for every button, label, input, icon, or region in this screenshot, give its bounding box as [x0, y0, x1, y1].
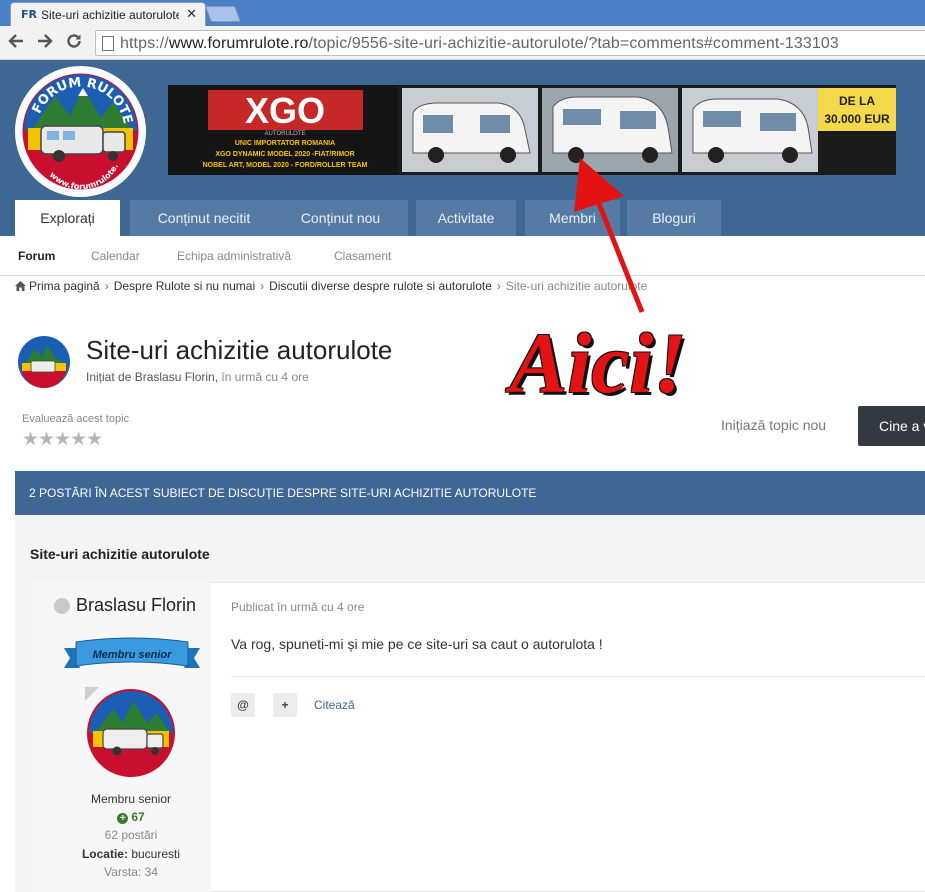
breadcrumb-category[interactable]: Despre Rulote si nu numai — [114, 279, 255, 293]
breadcrumb-separator: › — [260, 279, 265, 293]
topic-author-avatar[interactable] — [17, 335, 71, 389]
author-location: Locatie: bucuresti — [81, 847, 181, 861]
tab-title: Site-uri achizitie autorulote - D — [41, 8, 179, 22]
plus-circle-icon: + — [117, 813, 129, 824]
rank-ribbon-badge: Membru senior — [62, 636, 202, 676]
breadcrumb-forum[interactable]: Discutii diverse despre rulote si autoru… — [269, 279, 492, 293]
author-rank: Membru senior — [90, 792, 172, 806]
breadcrumb: Prima pagină › Despre Rulote si nu numai › D… — [15, 279, 647, 293]
banner-line1: UNIC IMPORTATOR ROMANIA — [235, 140, 335, 147]
post-author-avatar[interactable] — [85, 687, 177, 779]
author-reputation: +67 — [31, 810, 231, 824]
ad-banner[interactable]: XGO AUTORULOTE UNIC IMPORTATOR ROMANIA X… — [168, 85, 896, 175]
sub-nav: Forum Calendar Echipa administrativă Cla… — [0, 236, 925, 276]
browser-toolbar: https://www.forumrulote.ro/topic/9556-si… — [0, 26, 925, 60]
home-icon — [15, 280, 26, 291]
follow-button[interactable]: Cine a văzut — [858, 406, 925, 446]
breadcrumb-home[interactable]: Prima pagină — [29, 279, 100, 293]
annotation-arrow-icon — [560, 150, 670, 320]
rating-stars[interactable]: ★★★★★ — [22, 428, 103, 450]
online-status-icon — [54, 598, 70, 614]
tab-new-content[interactable]: Conținut nou — [273, 200, 408, 236]
rating-label: Evaluează acest topic — [22, 413, 130, 425]
subnav-forum[interactable]: Forum — [18, 249, 55, 263]
browser-tabstrip: FR Site-uri achizitie autorulote - D ✕ — [0, 0, 925, 26]
banner-price-line1: DE LA — [839, 94, 875, 108]
banner-brand-sub: AUTORULOTE — [265, 131, 306, 137]
address-bar[interactable]: https://www.forumrulote.ro/topic/9556-si… — [95, 30, 925, 56]
breadcrumb-separator: › — [104, 279, 109, 293]
post-section-title: Site-uri achizitie autorulote — [30, 546, 210, 562]
tab-activity[interactable]: Activitate — [416, 200, 516, 236]
back-icon[interactable] — [5, 32, 27, 55]
post-divider — [231, 676, 925, 677]
post-author-name[interactable]: Braslasu Florin — [76, 595, 196, 616]
topic-meta: Inițiat de Braslasu Florin, în urmă cu 4… — [86, 370, 309, 384]
start-topic-button[interactable]: Inițiază topic nou — [721, 417, 826, 433]
author-age: Varsta: 34 — [104, 865, 158, 879]
browser-tab-active[interactable]: FR Site-uri achizitie autorulote - D ✕ — [10, 2, 206, 26]
reload-icon[interactable] — [63, 32, 85, 55]
subnav-leaderboard[interactable]: Clasament — [334, 249, 391, 263]
quote-link[interactable]: Citează — [314, 698, 355, 712]
site-header: FORUM RULOTE www.forumrulote.ro XGO AUTO… — [0, 59, 925, 236]
banner-line2: XGO DYNAMIC MODEL 2020 -FIAT/RIMOR — [215, 151, 354, 158]
new-tab-button[interactable] — [205, 6, 241, 22]
tab-close-icon[interactable]: ✕ — [186, 6, 197, 22]
url-text: https://www.forumrulote.ro/topic/9556-si… — [120, 35, 839, 52]
banner-price-line2: 30.000 EUR — [824, 112, 890, 126]
topic-time: în urmă cu 4 ore — [221, 370, 309, 384]
post-date[interactable]: Publicat în urmă cu 4 ore — [231, 600, 364, 614]
banner-brand: XGO — [245, 90, 325, 131]
forward-icon[interactable] — [34, 32, 56, 55]
topic-started-by[interactable]: Inițiat de Braslasu Florin, — [86, 370, 218, 384]
tab-explore[interactable]: Explorați — [15, 200, 120, 236]
subnav-staff[interactable]: Echipa administrativă — [177, 249, 291, 263]
author-post-count: 62 postări — [104, 828, 158, 842]
tab-unread[interactable]: Conținut necitit — [130, 200, 278, 236]
post-body: Va rog, spuneti-mi și mie pe ce site-uri… — [231, 636, 603, 652]
page-title: Site-uri achizitie autorulote — [86, 335, 393, 365]
subnav-calendar[interactable]: Calendar — [91, 249, 140, 263]
multiquote-button[interactable]: + — [273, 693, 297, 717]
annotation-text: Aici! — [510, 315, 687, 411]
page-icon — [102, 36, 114, 51]
rank-ribbon-text: Membru senior — [93, 649, 173, 661]
mention-button[interactable]: @ — [231, 693, 255, 717]
site-logo[interactable]: FORUM RULOTE www.forumrulote.ro — [12, 59, 146, 197]
favicon-icon: FR — [21, 8, 37, 21]
breadcrumb-separator: › — [496, 279, 501, 293]
banner-line3: NOBEL ART, MODEL 2020 - FORD/ROLLER TEAM — [203, 162, 368, 169]
posts-count-bar: 2 POSTĂRI ÎN ACEST SUBIECT DE DISCUȚIE D… — [15, 471, 925, 515]
